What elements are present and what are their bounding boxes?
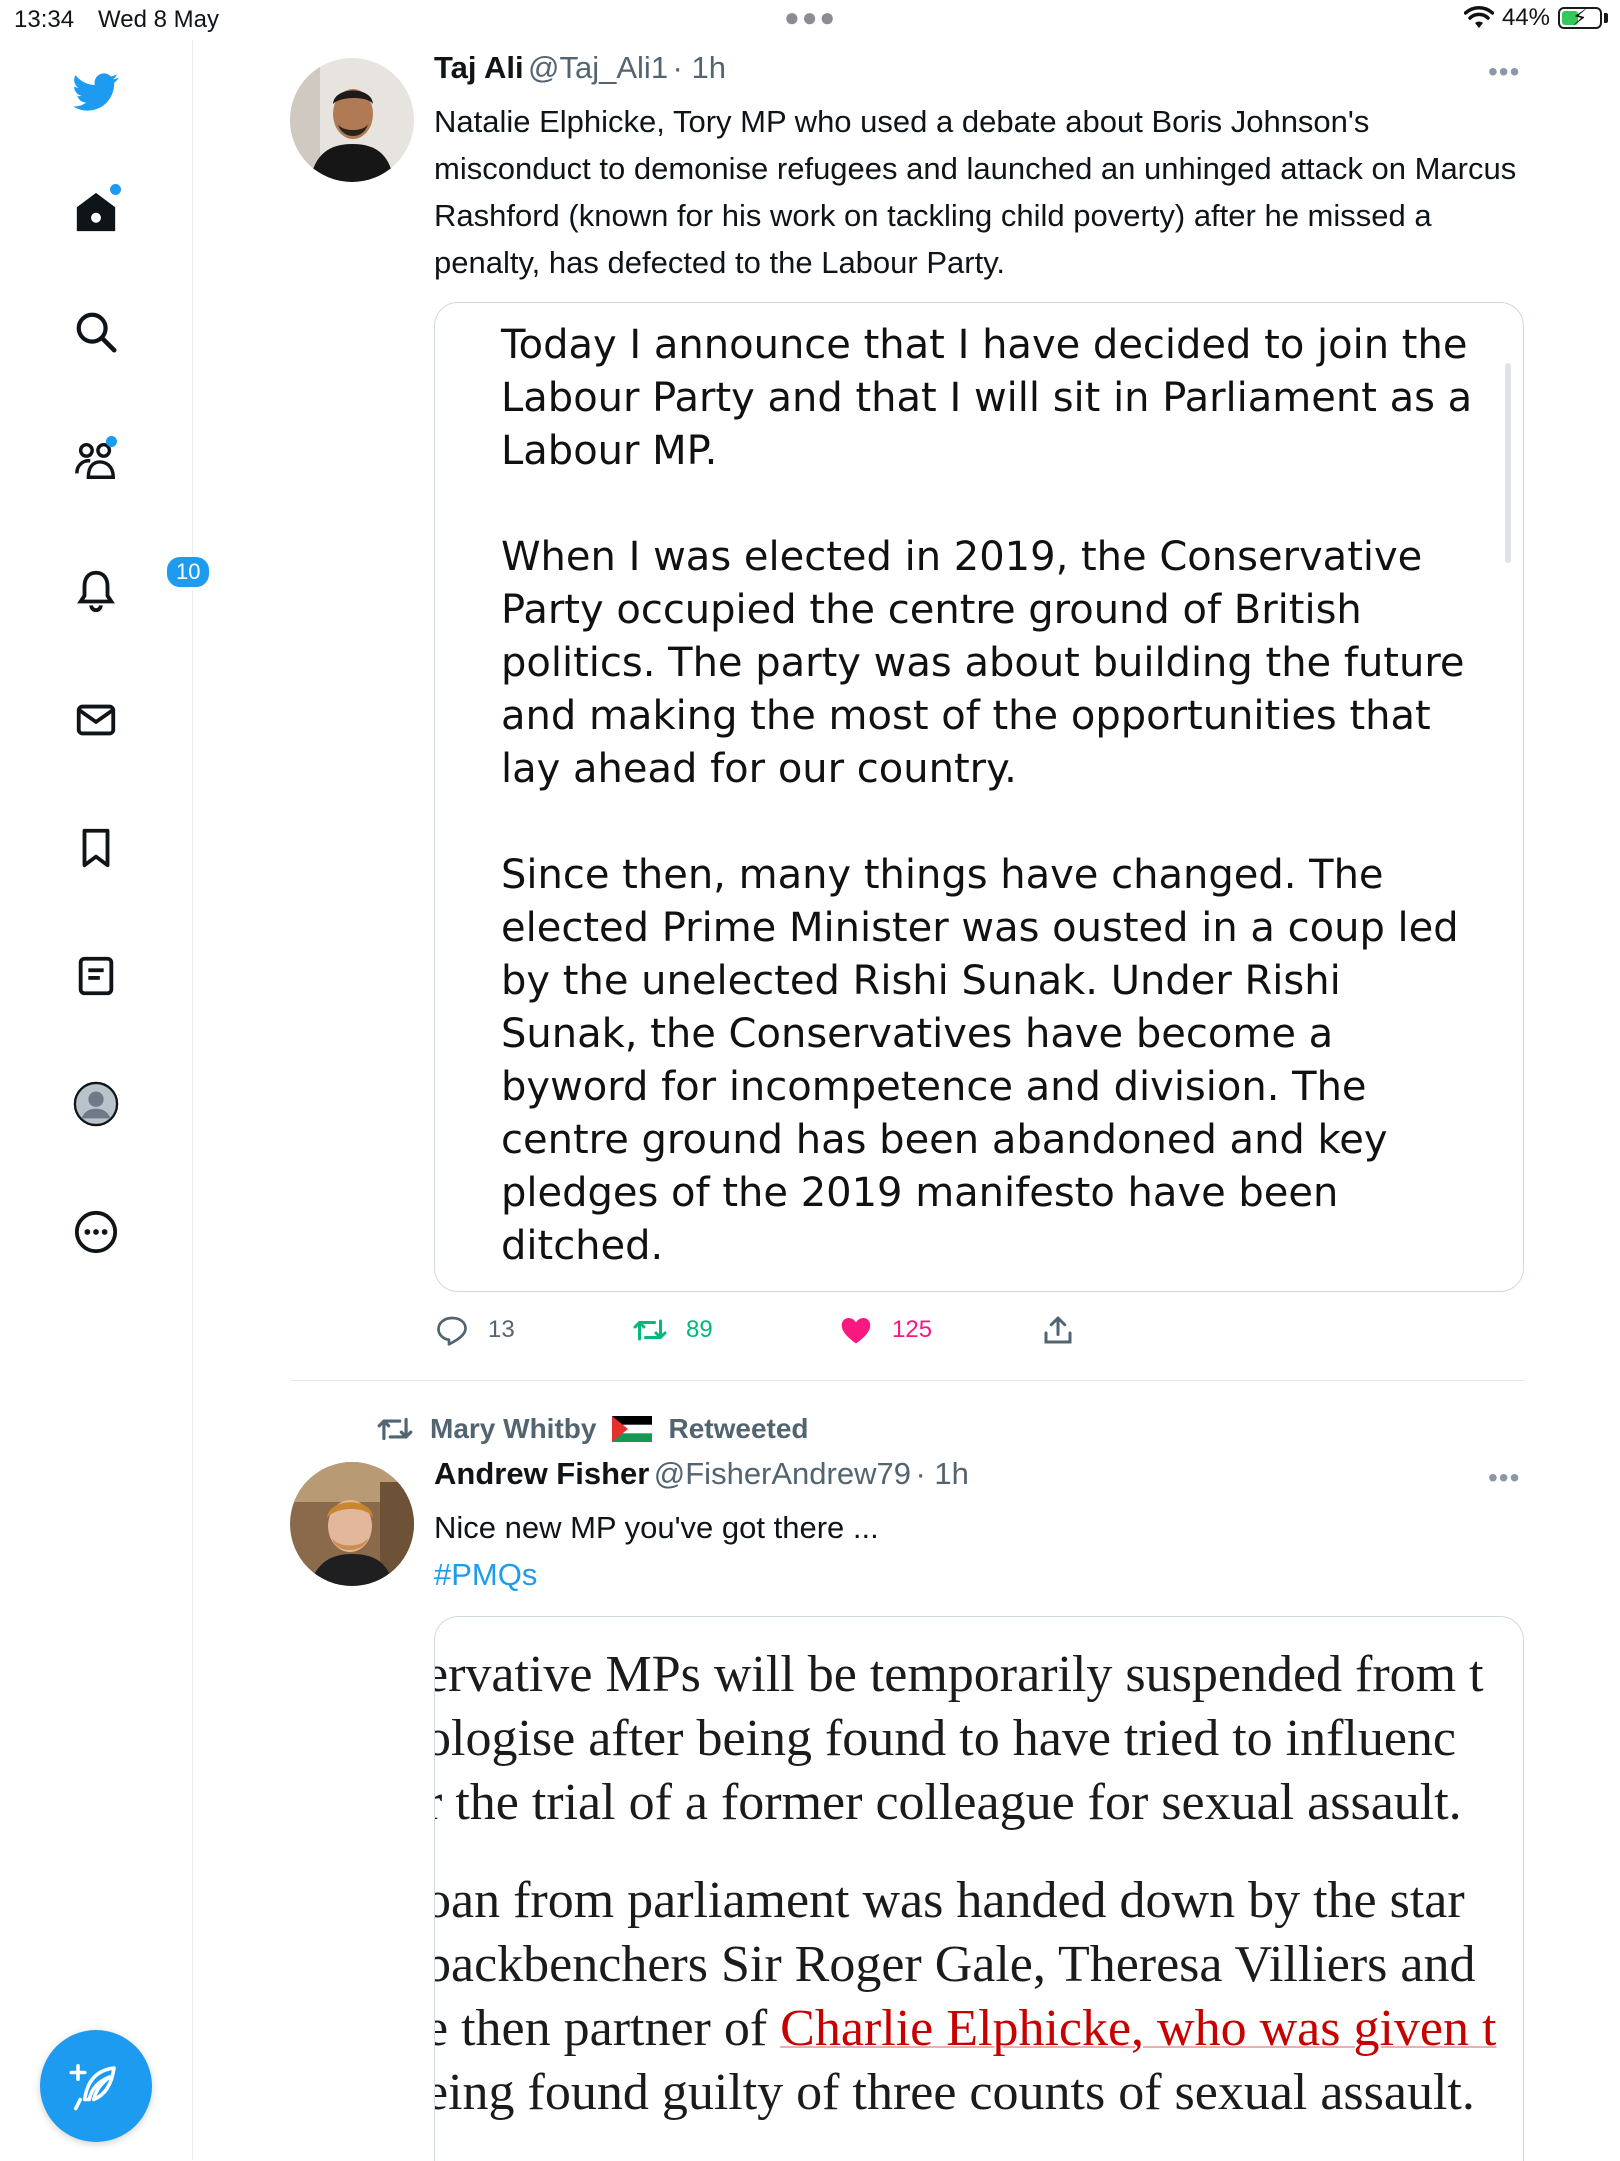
status-date: Wed 8 May [98,6,219,33]
lists-icon[interactable] [66,946,126,1006]
news-text-segment: e then partner of [434,2000,781,2057]
home-icon[interactable] [66,182,126,242]
reply-count: 13 [488,1316,515,1343]
news-screenshot-image[interactable]: ervative MPs will be temporarily suspend… [434,1616,1524,2161]
avatar[interactable] [290,1462,414,1586]
hashtag-link[interactable]: #PMQs [434,1551,1534,1598]
news-text-line: oan from parliament was handed down by t… [434,1872,1465,1929]
quote-image-card[interactable]: Today I announce that I have decided to … [434,302,1524,1292]
divider [290,1380,1524,1381]
profile-icon[interactable] [66,1074,126,1134]
quote-statement-text: Today I announce that I have decided to … [501,322,1473,1269]
author-handle[interactable]: @FisherAndrew79 [654,1456,911,1491]
twitter-logo-icon[interactable] [66,62,126,122]
battery-percent: 44% [1501,4,1550,31]
bookmarks-icon[interactable] [66,818,126,878]
retweeted-by-row[interactable]: Mary Whitby Retweeted [376,1410,809,1448]
news-highlighted-link: Charlie Elphicke, who was given t [780,2000,1497,2057]
feather-plus-icon [69,2063,116,2111]
share-button[interactable] [1040,1312,1076,1348]
more-icon[interactable] [66,1202,126,1262]
notifications-badge: 10 [164,554,213,590]
retweet-icon [633,1319,667,1341]
news-text-line: backbenchers Sir Roger Gale, Theresa Vil… [434,1936,1476,1993]
notifications-icon[interactable]: 10 [66,554,213,620]
share-icon [1044,1316,1072,1344]
author-name[interactable]: Taj Ali [434,50,524,85]
status-bar: 13:34 Wed 8 May ●●● 44% ⚡ [0,0,1620,40]
news-text-line: ervative MPs will be temporarily suspend… [434,1646,1484,1703]
retweet-count: 89 [686,1316,713,1343]
tweet-header: Andrew Fisher @FisherAndrew79 · 1h [434,1456,969,1492]
tweet-header: Taj Ali @Taj_Ali1 · 1h [434,50,726,86]
messages-icon[interactable] [66,690,126,750]
status-time: 13:34 [14,6,75,33]
news-text-line: r the trial of a former colleague for se… [434,1774,1462,1831]
search-icon[interactable] [66,302,126,362]
more-options-icon[interactable]: ••• [1488,56,1520,88]
author-name[interactable]: Andrew Fisher [434,1456,649,1491]
tweet-time[interactable]: · 1h [673,50,726,85]
wifi-icon [1463,6,1494,28]
status-right: 44% ⚡ [1463,4,1608,32]
tweet-text: Natalie Elphicke, Tory MP who used a deb… [434,104,1517,280]
tweet-text: Nice new MP you've got there ... #PMQs [434,1504,1534,1598]
tweet-time[interactable]: · 1h [915,1456,968,1491]
compose-tweet-button[interactable] [40,2030,152,2142]
more-options-icon[interactable]: ••• [1488,1462,1520,1494]
retweet-button[interactable]: 89 [632,1312,713,1348]
reply-button[interactable]: 13 [434,1312,515,1348]
multitasking-dots-icon[interactable]: ●●● [784,2,837,33]
news-text-line: ologise after being found to have tried … [434,1710,1457,1767]
scrollbar [1505,363,1511,563]
heart-icon [841,1318,871,1344]
retweeter-name[interactable]: Mary Whitby [430,1413,596,1445]
news-text-line: e then partner of Charlie Elphicke, who … [434,1999,1497,2058]
tweet-text-line: Nice new MP you've got there ... [434,1510,879,1545]
communities-icon[interactable] [66,430,126,490]
news-text-line: eing found guilty of three counts of sex… [434,2064,1475,2121]
like-button[interactable]: 125 [838,1312,932,1348]
avatar[interactable] [290,58,414,182]
reply-icon [437,1316,467,1346]
palestine-flag-icon [612,1416,653,1442]
retweet-icon [377,1417,413,1441]
sidebar: 10 [0,40,213,2160]
retweeted-label: Retweeted [668,1413,809,1444]
author-handle[interactable]: @Taj_Ali1 [528,50,668,85]
battery-icon: ⚡ [1558,5,1602,30]
like-count: 125 [892,1316,933,1343]
